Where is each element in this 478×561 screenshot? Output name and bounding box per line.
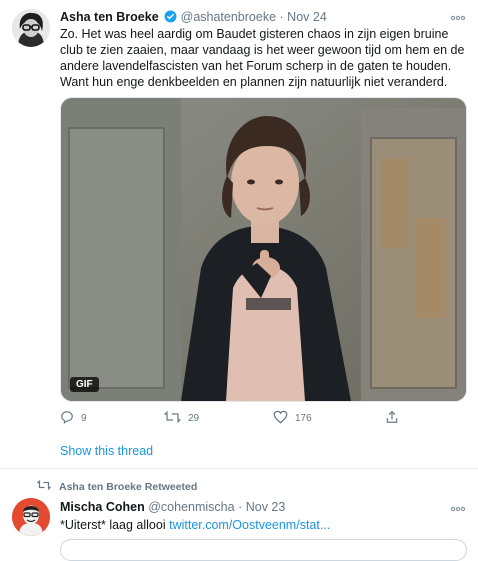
separator-dot: · (279, 10, 284, 24)
like-icon (273, 410, 288, 427)
tweet-header: Mischa Cohen @cohenmischa · Nov 23 (60, 500, 285, 514)
tweet-text-plain: *Uiterst* laag allooi (60, 518, 170, 532)
author-handle[interactable]: @cohenmischa (148, 500, 234, 514)
avatar-mischa-image (12, 498, 50, 536)
retweet-context[interactable]: Asha ten Broeke Retweeted (36, 479, 198, 494)
avatar-asha-image (12, 9, 50, 47)
retweet-count: 29 (188, 413, 200, 424)
retweet-icon (163, 410, 182, 427)
author-handle[interactable]: @ashatenbroeke (181, 10, 276, 24)
author-name[interactable]: Asha ten Broeke (60, 10, 159, 24)
tweet-header: Asha ten Broeke @ashatenbroeke · Nov 24 (60, 10, 327, 26)
separator-dot: · (238, 500, 243, 514)
tweet-date[interactable]: Nov 24 (287, 10, 327, 24)
retweet-button[interactable]: 29 (163, 410, 200, 427)
reply-button[interactable]: 9 (60, 410, 87, 427)
tweet-date[interactable]: Nov 23 (246, 500, 286, 514)
gif-image (61, 98, 466, 401)
share-button[interactable] (385, 410, 399, 427)
author-name[interactable]: Mischa Cohen (60, 500, 145, 514)
retweet-context-icon (36, 479, 52, 494)
tweet-actions: 9 29 176 (60, 408, 465, 428)
tweet-media-gif[interactable]: GIF (60, 97, 467, 402)
more-icon[interactable] (450, 499, 466, 515)
like-button[interactable]: 176 (273, 410, 312, 427)
tweet-link[interactable]: twitter.com/Oostveenm/stat... (169, 518, 330, 532)
like-count: 176 (295, 413, 312, 424)
quoted-tweet-card[interactable] (60, 539, 467, 561)
reply-count: 9 (81, 413, 87, 424)
gif-badge: GIF (70, 377, 99, 392)
retweet-context-label: Asha ten Broeke Retweeted (59, 480, 198, 493)
avatar-mischa[interactable] (12, 498, 50, 536)
verified-icon (164, 10, 177, 26)
tweet-divider (0, 468, 478, 469)
tweet-text: Zo. Het was heel aardig om Baudet gister… (60, 27, 465, 89)
reply-icon (60, 410, 74, 427)
share-icon (385, 410, 399, 427)
avatar-asha[interactable] (12, 9, 50, 47)
show-thread-link[interactable]: Show this thread (60, 444, 153, 458)
more-icon[interactable] (450, 8, 466, 24)
tweet-asha[interactable]: Asha ten Broeke @ashatenbroeke · Nov 24 … (0, 0, 478, 468)
tweet-text: *Uiterst* laag allooi twitter.com/Oostve… (60, 517, 472, 533)
